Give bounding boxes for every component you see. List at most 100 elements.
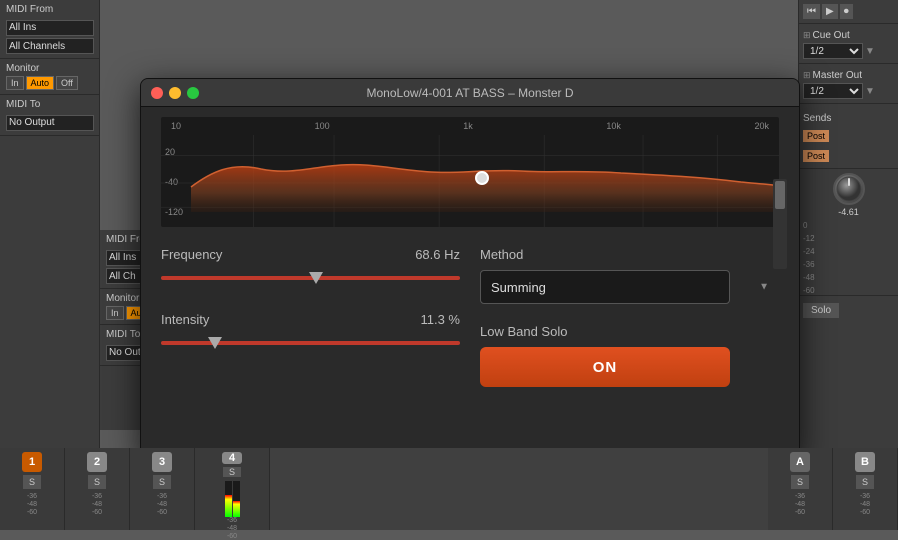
track-3-number: 3 (152, 452, 172, 472)
track-4-vu (225, 481, 240, 517)
midi-from-section: MIDI From All Ins All Channels (0, 0, 99, 59)
cue-out-section: ⊞ Cue Out 1/2 ▼ (799, 24, 898, 64)
track-3-labels: -36 -48 -60 (157, 493, 167, 516)
track-4-solo-btn[interactable]: S (223, 467, 241, 477)
track-2-solo-btn[interactable]: S (88, 475, 106, 489)
cue-icon: ⊞ (803, 30, 811, 41)
track-4-vu-left (225, 481, 232, 517)
knob-value: -4.61 (838, 207, 859, 217)
track-A-labels: -36 -48 -60 (795, 493, 805, 516)
plugin-window: MonoLow/4-001 AT BASS – Monster D 10 100… (140, 78, 800, 458)
master-icon: ⊞ (803, 70, 811, 81)
spectrum-section: 10 100 1k 10k 20k 20 -40 -120 (151, 117, 789, 227)
track-4-vu-right (233, 481, 240, 517)
midi-to-label: MIDI To (6, 99, 93, 110)
traffic-lights (151, 87, 199, 99)
track-3: 3 S -36 -48 -60 (130, 448, 195, 530)
low-band-solo-button[interactable]: ON (480, 347, 730, 387)
master-out-section: ⊞ Master Out 1/2 ▼ (799, 64, 898, 104)
master-out-select[interactable]: 1/2 (803, 83, 863, 99)
track-1: 1 S -36 -48 -60 (0, 448, 65, 530)
minimize-button[interactable] (169, 87, 181, 99)
maximize-button[interactable] (187, 87, 199, 99)
spectrum-display[interactable]: 10 100 1k 10k 20k 20 -40 -120 (161, 117, 779, 227)
transport-icons: ⏮ ▶ ⏺ (799, 0, 898, 24)
volume-knob[interactable] (833, 173, 865, 205)
method-select[interactable]: Summing Harmonic Peak (480, 270, 730, 304)
track-1-solo-btn[interactable]: S (23, 475, 41, 489)
track-4-vu-left-fill (225, 495, 232, 517)
track-2: 2 S -36 -48 -60 (65, 448, 130, 530)
monitor-auto-btn[interactable]: Auto (26, 76, 55, 90)
frequency-value: 68.6 Hz (415, 247, 460, 262)
plugin-title: MonoLow/4-001 AT BASS – Monster D (367, 86, 574, 100)
right-controls: Method Summing Harmonic Peak ▼ Low Band … (480, 247, 779, 387)
intensity-header: Intensity 11.3 % (161, 312, 460, 327)
frequency-label: Frequency (161, 247, 222, 262)
monitor-label: Monitor (6, 63, 93, 74)
post-btn-2[interactable]: Post (803, 150, 829, 162)
sends-label: Sends (803, 113, 831, 124)
play-btn[interactable]: ▶ (822, 4, 838, 19)
track-3-solo-btn[interactable]: S (153, 475, 171, 489)
in-btn2[interactable]: In (106, 306, 124, 320)
cue-out-label: Cue Out (813, 30, 850, 41)
vu-label-36: -36 (803, 260, 894, 269)
midi-to-select[interactable]: No Output (6, 115, 94, 131)
track-A: A S -36 -48 -60 (768, 448, 833, 530)
track-B: B S -36 -48 -60 (833, 448, 898, 530)
solo-button[interactable]: Solo (803, 303, 839, 318)
track-2-number: 2 (87, 452, 107, 472)
midi-to-section: MIDI To No Output (0, 95, 99, 136)
master-out-label: Master Out (813, 70, 862, 81)
midi-channel-select[interactable]: All Channels (6, 38, 94, 54)
intensity-slider-thumb[interactable] (208, 337, 222, 349)
vu-label-0: 0 (803, 221, 894, 230)
track-B-number: B (855, 452, 875, 472)
close-button[interactable] (151, 87, 163, 99)
intensity-value: 11.3 % (420, 312, 460, 327)
low-band-solo-control: Low Band Solo ON (480, 324, 779, 387)
volume-knob-section: -4.61 (799, 169, 898, 221)
monitor-in-btn[interactable]: In (6, 76, 24, 90)
midi-from-label: MIDI From (6, 4, 93, 15)
vu-labels: 0 -12 -24 -36 -48 -60 (799, 221, 898, 295)
spectrum-scrollbar[interactable] (773, 179, 787, 269)
vu-label-48: -48 (803, 273, 894, 282)
master-dropdown-arrow: ▼ (865, 86, 875, 97)
method-label: Method (480, 247, 779, 262)
post-btn-1[interactable]: Post (803, 130, 829, 142)
low-band-solo-label: Low Band Solo (480, 324, 779, 339)
track-A-number: A (790, 452, 810, 472)
track-4-vu-right-fill (233, 501, 240, 517)
monitor-buttons: In Auto Off (6, 76, 93, 90)
scrollbar-thumb[interactable] (775, 181, 785, 209)
intensity-label: Intensity (161, 312, 209, 327)
rec-btn[interactable]: ⏺ (840, 4, 853, 19)
track-4-number: 4 (222, 452, 242, 464)
method-select-wrapper: Summing Harmonic Peak ▼ (480, 270, 779, 304)
cue-out-select[interactable]: 1/2 (803, 43, 863, 59)
back-btn[interactable]: ⏮ (803, 4, 820, 19)
eq-control-point[interactable] (475, 171, 489, 185)
midi-from-select[interactable]: All Ins (6, 20, 94, 36)
frequency-slider-container (161, 268, 460, 288)
intensity-slider-container (161, 333, 460, 353)
track-4: 4 S -36 -48 -60 (195, 448, 270, 530)
method-dropdown-arrow: ▼ (759, 282, 769, 293)
track-B-solo-btn[interactable]: S (856, 475, 874, 489)
track-1-labels: -36 -48 -60 (27, 493, 37, 516)
track-2-labels: -36 -48 -60 (92, 493, 102, 516)
method-control: Method Summing Harmonic Peak ▼ (480, 247, 779, 304)
track-area: 1 S -36 -48 -60 2 S -36 -48 -60 3 S -36 … (0, 448, 898, 530)
track-4-labels: -36 -48 -60 (227, 517, 237, 540)
intensity-control: Intensity 11.3 % (161, 312, 460, 353)
controls-area: Frequency 68.6 Hz Intensity 11.3 % (141, 237, 799, 397)
spectrum-grid (161, 117, 779, 227)
monitor-off-btn[interactable]: Off (56, 76, 78, 90)
solo-section: Solo (799, 295, 898, 322)
intensity-slider-track[interactable] (161, 341, 460, 345)
track-A-solo-btn[interactable]: S (791, 475, 809, 489)
track-1-number: 1 (22, 452, 42, 472)
frequency-slider-thumb[interactable] (309, 272, 323, 284)
